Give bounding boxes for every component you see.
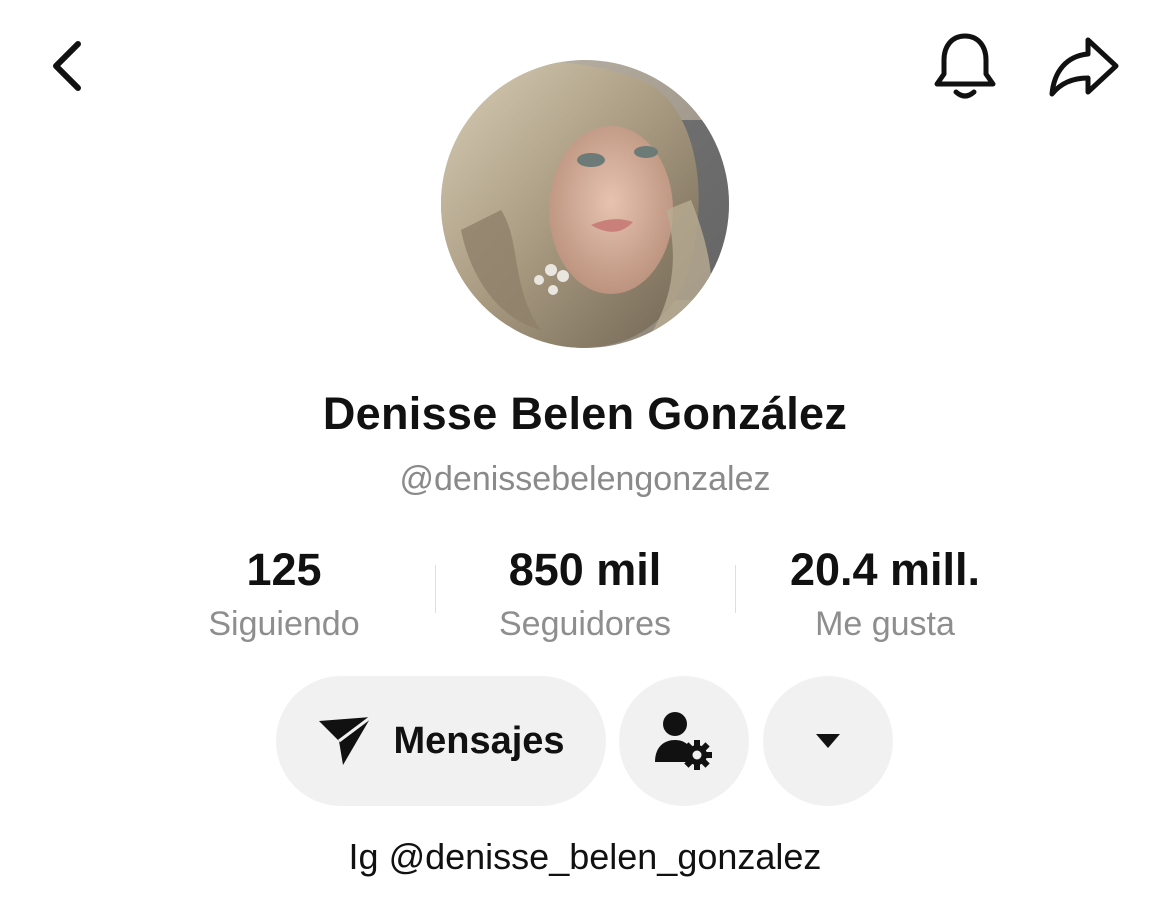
- user-settings-button[interactable]: [619, 676, 749, 806]
- stats-row: 125 Siguiendo 850 mil Seguidores 20.4 mi…: [0, 540, 1170, 650]
- bio-text: Ig @denisse_belen_gonzalez: [348, 836, 822, 877]
- likes-label: Me gusta: [815, 605, 955, 643]
- stat-divider: [735, 565, 736, 613]
- chevron-left-icon: [53, 41, 81, 91]
- user-gear-icon: [655, 712, 712, 770]
- followers-label: Seguidores: [498, 605, 671, 643]
- message-button-label: Mensajes: [393, 719, 565, 762]
- following-count: 125: [246, 544, 322, 595]
- message-button[interactable]: Mensajes: [276, 676, 606, 806]
- notifications-button[interactable]: [930, 30, 1000, 104]
- username: @denissebelengonzalez: [399, 460, 771, 498]
- back-button[interactable]: [40, 38, 96, 94]
- share-button[interactable]: [1046, 32, 1122, 102]
- followers-count: 850 mil: [508, 544, 662, 595]
- caret-down-icon: [816, 734, 840, 748]
- avatar-photo: [441, 60, 729, 348]
- avatar[interactable]: [441, 60, 729, 348]
- display-name: Denisse Belen González: [322, 388, 848, 439]
- stat-divider: [435, 565, 436, 613]
- stat-followers[interactable]: 850 mil Seguidores: [435, 540, 735, 646]
- action-buttons: Mensajes: [0, 676, 1170, 806]
- stat-following[interactable]: 125 Siguiendo: [134, 540, 434, 646]
- send-icon: [319, 715, 373, 765]
- stat-likes[interactable]: 20.4 mill. Me gusta: [735, 540, 1035, 646]
- likes-count: 20.4 mill.: [789, 544, 981, 595]
- bell-icon: [934, 33, 996, 99]
- share-arrow-icon: [1049, 37, 1119, 97]
- more-options-button[interactable]: [763, 676, 893, 806]
- following-label: Siguiendo: [208, 605, 360, 643]
